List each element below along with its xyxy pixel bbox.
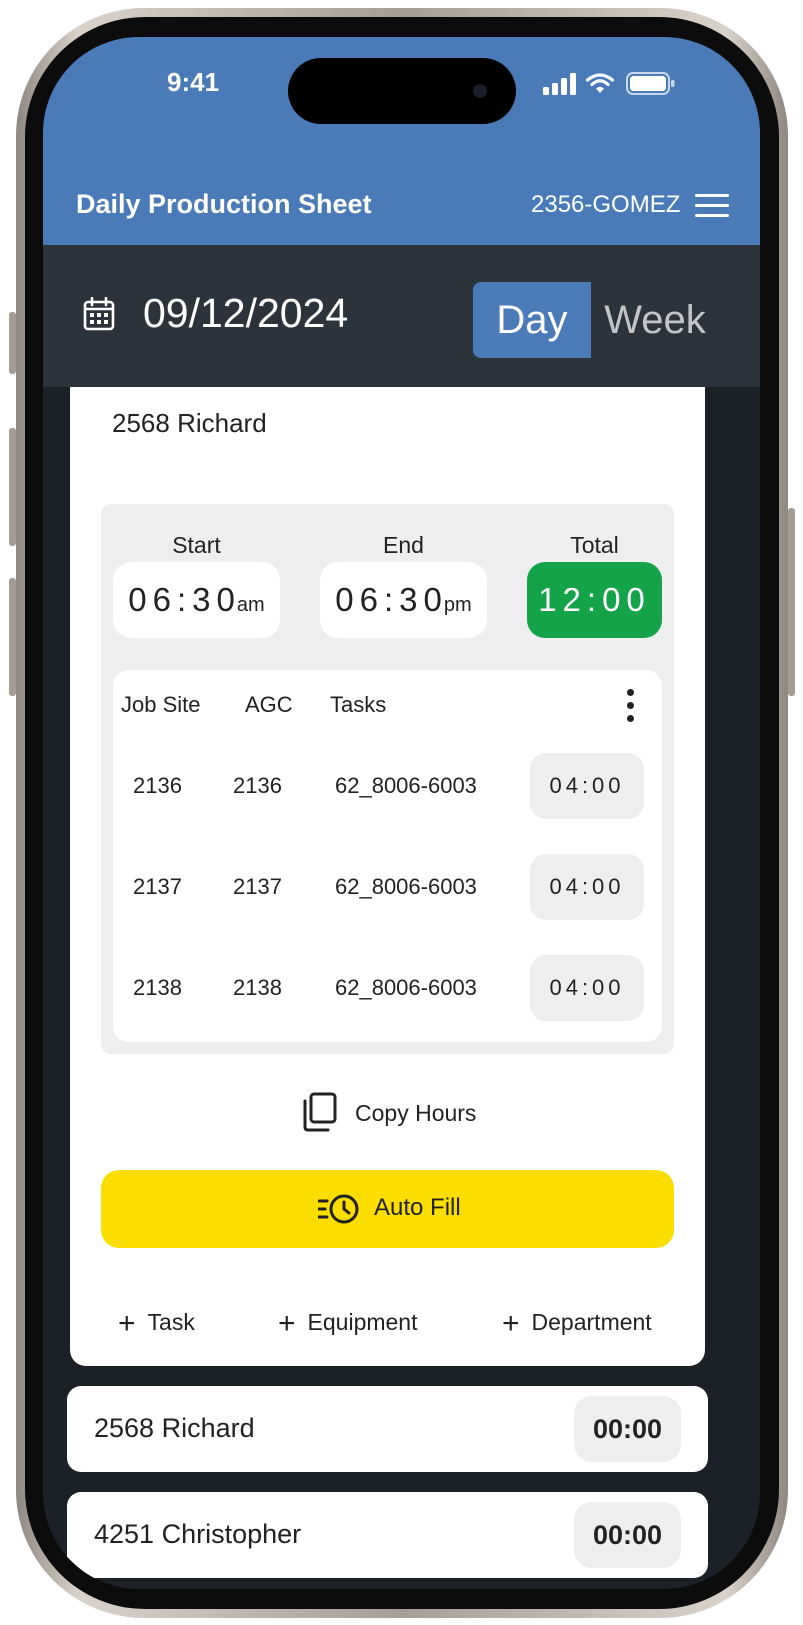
user-code[interactable]: 2356-GOMEZ: [531, 191, 680, 219]
start-label: Start: [172, 532, 221, 558]
add-equipment-button[interactable]: + Equipment: [278, 1307, 418, 1341]
power-button: [788, 508, 795, 696]
camera-icon: [473, 84, 487, 98]
job-site-cell: 2137: [133, 874, 182, 899]
add-department-button[interactable]: + Department: [502, 1307, 652, 1341]
signal-icon: [543, 73, 576, 95]
job-site-cell: 2138: [133, 975, 182, 1000]
date-bar: 09/12/2024 Day Week: [43, 245, 760, 387]
dynamic-island: [288, 58, 516, 124]
employee-hours-badge: 00:00: [574, 1396, 681, 1462]
end-time-input[interactable]: 06:30pm: [320, 562, 487, 638]
employee-list-item[interactable]: 4251 Christopher 00:00: [67, 1492, 708, 1578]
employee-list-item[interactable]: 2568 Richard 00:00: [67, 1386, 708, 1472]
end-label: End: [383, 532, 424, 558]
employee-detail-card: 2568 Richard Start End Total 06:30am 06:…: [70, 387, 705, 1366]
volume-down-button: [9, 578, 16, 696]
column-header-tasks: Tasks: [330, 692, 387, 717]
more-options-icon[interactable]: [625, 688, 635, 724]
column-header-agc: AGC: [245, 692, 293, 717]
employee-hours-badge: 00:00: [574, 1502, 681, 1568]
row-hours-input[interactable]: 04:00: [530, 854, 644, 920]
page-title: Daily Production Sheet: [76, 189, 372, 219]
clock-history-icon: [318, 1194, 359, 1224]
view-toggle: Day Week: [473, 282, 713, 358]
start-ampm: am: [236, 594, 265, 616]
app-header: 9:41 Daily Production Sheet 2356-GOMEZ: [43, 37, 760, 245]
plus-icon: +: [502, 1307, 520, 1340]
week-toggle-button[interactable]: Week: [597, 282, 713, 358]
row-hours-input[interactable]: 04:00: [530, 753, 644, 819]
battery-icon: [626, 72, 675, 95]
add-task-label: Task: [147, 1309, 195, 1335]
add-task-button[interactable]: + Task: [118, 1307, 195, 1341]
total-label: Total: [570, 532, 619, 558]
status-time: 9:41: [167, 67, 220, 97]
employee-list-name: 2568 Richard: [94, 1413, 255, 1443]
volume-up-button: [9, 428, 16, 546]
table-row[interactable]: 2137 2137 62_8006-6003 04:00: [113, 854, 662, 920]
plus-icon: +: [118, 1307, 136, 1340]
employee-list-name: 4251 Christopher: [94, 1519, 302, 1549]
add-department-label: Department: [531, 1309, 652, 1335]
calendar-icon[interactable]: [83, 297, 115, 331]
table-row[interactable]: 2138 2138 62_8006-6003 04:00: [113, 955, 662, 1021]
end-time-value: 06:30: [335, 581, 448, 618]
end-ampm: pm: [443, 594, 472, 616]
agc-cell: 2137: [233, 874, 282, 899]
copy-hours-label: Copy Hours: [355, 1100, 477, 1126]
total-hours-badge: 12:00: [527, 562, 662, 638]
time-panel: Start End Total 06:30am 06:30pm 12:00 Jo…: [101, 504, 674, 1054]
row-hours-input[interactable]: 04:00: [530, 955, 644, 1021]
task-cell: 62_8006-6003: [335, 975, 477, 1000]
task-cell: 62_8006-6003: [335, 874, 477, 899]
task-table: Job Site AGC Tasks 2136 2136 62_8006-600…: [113, 670, 662, 1042]
agc-cell: 2136: [233, 773, 282, 798]
table-row[interactable]: 2136 2136 62_8006-6003 04:00: [113, 753, 662, 819]
add-equipment-label: Equipment: [307, 1309, 418, 1335]
job-site-cell: 2136: [133, 773, 182, 798]
phone-screen: 9:41 Daily Production Sheet 2356-GOMEZ 0…: [43, 37, 760, 1589]
wifi-icon: [585, 73, 615, 93]
start-time-input[interactable]: 06:30am: [113, 562, 280, 638]
employee-name: 2568 Richard: [112, 408, 267, 438]
auto-fill-button[interactable]: Auto Fill: [101, 1170, 674, 1248]
copy-icon: [303, 1092, 337, 1132]
column-header-job-site: Job Site: [121, 692, 201, 717]
start-time-value: 06:30: [128, 581, 241, 618]
hamburger-menu-icon[interactable]: [695, 192, 729, 220]
task-cell: 62_8006-6003: [335, 773, 477, 798]
auto-fill-label: Auto Fill: [374, 1194, 461, 1221]
date-display[interactable]: 09/12/2024: [143, 290, 348, 337]
action-button: [9, 312, 16, 374]
agc-cell: 2138: [233, 975, 282, 1000]
day-toggle-button[interactable]: Day: [473, 282, 591, 358]
plus-icon: +: [278, 1307, 296, 1340]
